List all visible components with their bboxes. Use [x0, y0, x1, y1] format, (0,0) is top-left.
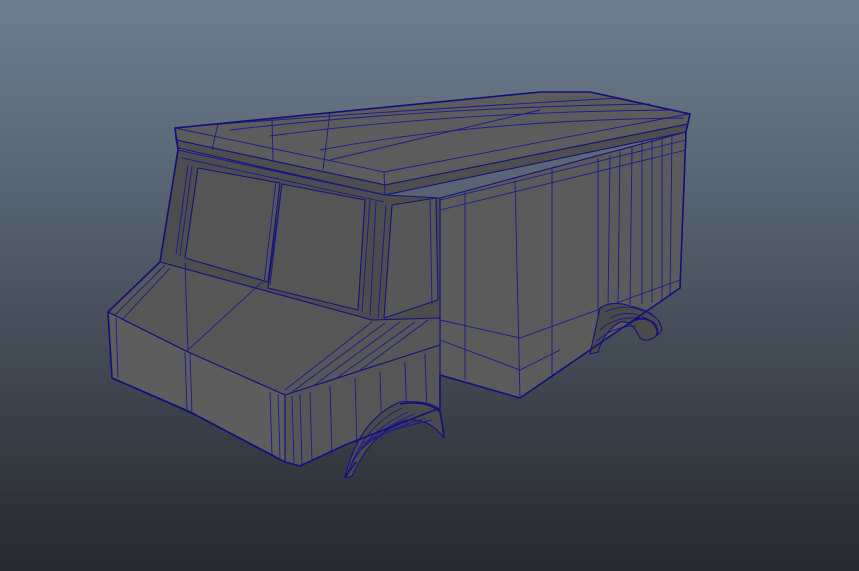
- 3d-viewport[interactable]: [0, 0, 859, 571]
- rear-wheel-arch: [589, 302, 663, 355]
- truck-model[interactable]: [0, 0, 859, 571]
